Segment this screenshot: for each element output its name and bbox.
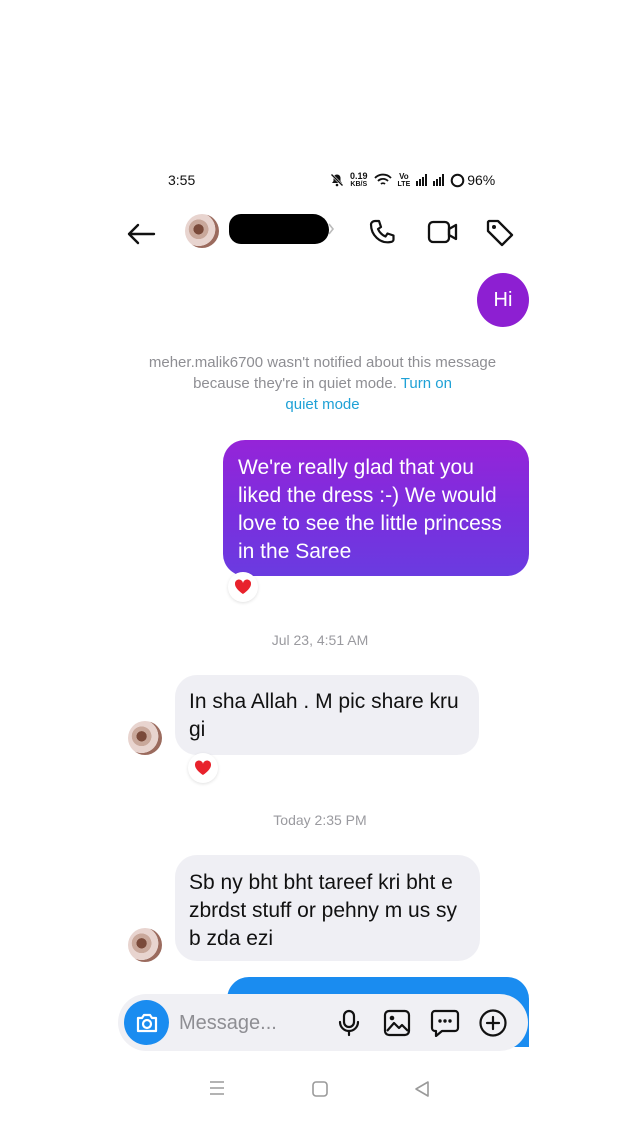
- message-input[interactable]: Message...: [179, 1012, 277, 1035]
- battery-ring-icon: [450, 173, 465, 187]
- camera-icon: [136, 1013, 157, 1032]
- message-text-incoming: Sb ny bht bht tareef kri bht e zbrdst st…: [189, 871, 458, 950]
- quiet-mode-notice: meher.malik6700 wasn't notified about th…: [130, 352, 515, 415]
- signal-icon-2: [433, 174, 445, 186]
- signal-icon-1: [416, 174, 428, 186]
- wifi-icon: [373, 173, 392, 185]
- network-speed-unit: KB/S: [350, 181, 368, 188]
- network-speed: 0.19 KB/S: [350, 171, 368, 189]
- recent-apps-icon[interactable]: [208, 1080, 226, 1096]
- heart-reaction-1[interactable]: [228, 572, 258, 602]
- microphone-icon[interactable]: [337, 1009, 361, 1037]
- network-speed-value: 0.19: [350, 171, 368, 181]
- back-arrow-icon[interactable]: [126, 222, 156, 246]
- volte-indicator: Vo LTE: [397, 171, 411, 188]
- status-time: 3:55: [168, 172, 196, 188]
- message-bubble-incoming[interactable]: In sha Allah . M pic share kru gi: [175, 675, 479, 755]
- heart-icon: [234, 579, 252, 594]
- message-bubble-outgoing[interactable]: We're really glad that you liked the dre…: [223, 440, 529, 576]
- message-bubble-hi[interactable]: Hi: [477, 273, 529, 327]
- contact-avatar-small[interactable]: [128, 721, 162, 755]
- message-bubble-incoming[interactable]: Sb ny bht bht tareef kri bht e zbrdst st…: [175, 855, 480, 961]
- timestamp-divider: Jul 23, 4:51 AM: [271, 632, 369, 648]
- chevron-right-icon: [328, 223, 335, 235]
- gallery-icon[interactable]: [383, 1009, 411, 1037]
- volte-bottom: LTE: [397, 180, 411, 188]
- status-icons: 0.19 KB/S Vo LTE 96%: [330, 170, 495, 190]
- message-text-hi: Hi: [493, 288, 513, 311]
- sticker-chat-icon[interactable]: [430, 1009, 460, 1037]
- heart-icon: [194, 760, 212, 775]
- timestamp-divider: Today 2:35 PM: [273, 812, 367, 828]
- camera-button[interactable]: [124, 1000, 169, 1045]
- video-camera-icon[interactable]: [427, 219, 459, 245]
- message-text-outgoing: We're really glad that you liked the dre…: [238, 456, 502, 563]
- plus-circle-icon[interactable]: [478, 1008, 508, 1038]
- message-text-incoming: In sha Allah . M pic share kru gi: [189, 690, 459, 741]
- battery-percent: 96%: [467, 172, 496, 188]
- home-icon[interactable]: [311, 1080, 329, 1098]
- link-part-2: quiet mode: [285, 396, 360, 413]
- link-part-1: Turn on: [400, 375, 452, 392]
- redacted-contact-name[interactable]: [229, 214, 329, 244]
- contact-avatar-small[interactable]: [128, 928, 162, 962]
- mute-bell-icon: [330, 173, 344, 187]
- back-triangle-icon[interactable]: [413, 1080, 431, 1098]
- contact-avatar[interactable]: [185, 214, 219, 248]
- volte-top: Vo: [399, 171, 409, 181]
- phone-icon[interactable]: [367, 218, 397, 248]
- tag-icon[interactable]: [485, 218, 515, 248]
- heart-reaction-2[interactable]: [188, 753, 218, 783]
